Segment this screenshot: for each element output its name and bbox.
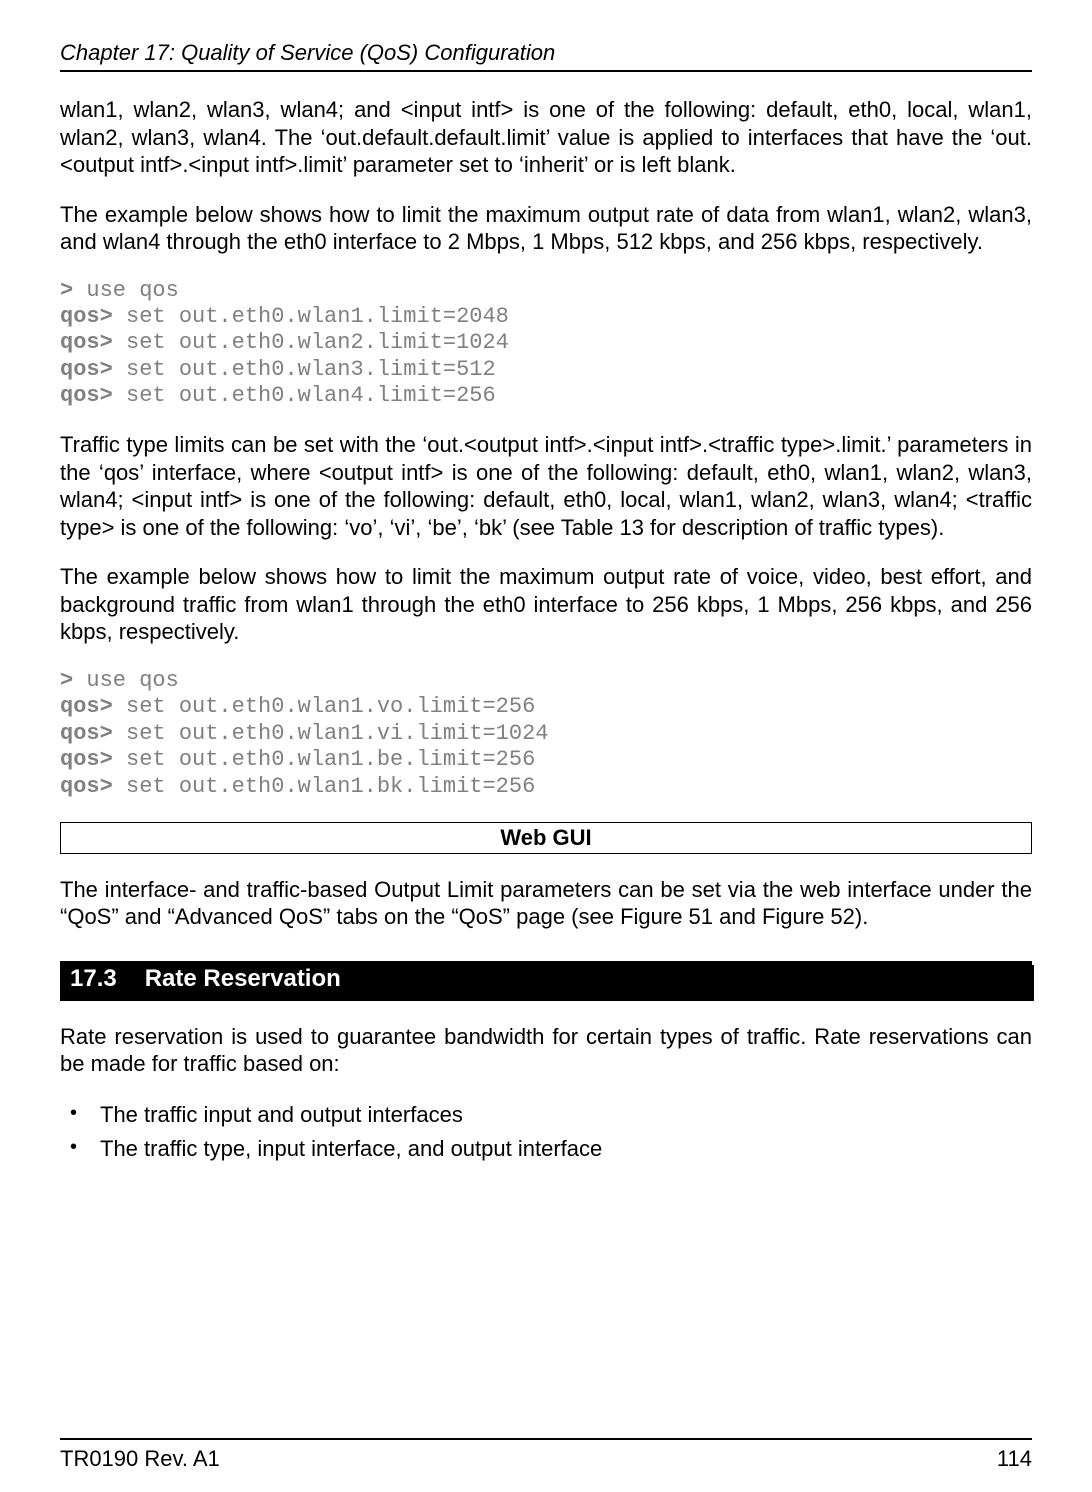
section-heading: 17.3 Rate Reservation <box>60 961 1032 1001</box>
cli-command: set out.eth0.wlan1.bk.limit=256 <box>113 774 535 799</box>
cli-prompt: qos> <box>60 721 113 746</box>
footer-page-number: 114 <box>997 1446 1032 1472</box>
cli-command: set out.eth0.wlan4.limit=256 <box>113 383 496 408</box>
list-item: The traffic input and output interfaces <box>60 1100 1032 1130</box>
section-number: 17.3 <box>70 965 117 993</box>
cli-prompt: qos> <box>60 774 113 799</box>
cli-prompt: qos> <box>60 304 113 329</box>
bullet-list: The traffic input and output interfaces … <box>60 1100 1032 1163</box>
cli-prompt: > <box>60 668 73 693</box>
cli-command: set out.eth0.wlan2.limit=1024 <box>113 330 509 355</box>
cli-prompt: qos> <box>60 747 113 772</box>
footer-left: TR0190 Rev. A1 <box>60 1446 220 1472</box>
cli-prompt: qos> <box>60 357 113 382</box>
cli-prompt: > <box>60 278 73 303</box>
page-footer: TR0190 Rev. A1 114 <box>60 1438 1032 1472</box>
body-paragraph: The example below shows how to limit the… <box>60 201 1032 256</box>
cli-command: set out.eth0.wlan1.vi.limit=1024 <box>113 721 549 746</box>
body-paragraph: The interface- and traffic-based Output … <box>60 876 1032 931</box>
cli-command: set out.eth0.wlan3.limit=512 <box>113 357 496 382</box>
cli-prompt: qos> <box>60 383 113 408</box>
chapter-header: Chapter 17: Quality of Service (QoS) Con… <box>60 40 1032 66</box>
body-paragraph: wlan1, wlan2, wlan3, wlan4; and <input i… <box>60 96 1032 179</box>
code-example-1: > use qos qos> set out.eth0.wlan1.limit=… <box>60 278 1032 410</box>
web-gui-heading: Web GUI <box>60 822 1032 854</box>
cli-command: set out.eth0.wlan1.vo.limit=256 <box>113 694 535 719</box>
list-item: The traffic type, input interface, and o… <box>60 1134 1032 1164</box>
cli-command: use qos <box>73 278 179 303</box>
code-example-2: > use qos qos> set out.eth0.wlan1.vo.lim… <box>60 668 1032 800</box>
cli-prompt: qos> <box>60 330 113 355</box>
cli-command: set out.eth0.wlan1.limit=2048 <box>113 304 509 329</box>
cli-command: use qos <box>73 668 179 693</box>
cli-prompt: qos> <box>60 694 113 719</box>
cli-command: set out.eth0.wlan1.be.limit=256 <box>113 747 535 772</box>
body-paragraph: Traffic type limits can be set with the … <box>60 431 1032 541</box>
body-paragraph: The example below shows how to limit the… <box>60 563 1032 646</box>
header-rule <box>60 70 1032 72</box>
section-title: Rate Reservation <box>145 965 341 992</box>
body-paragraph: Rate reservation is used to guarantee ba… <box>60 1023 1032 1078</box>
